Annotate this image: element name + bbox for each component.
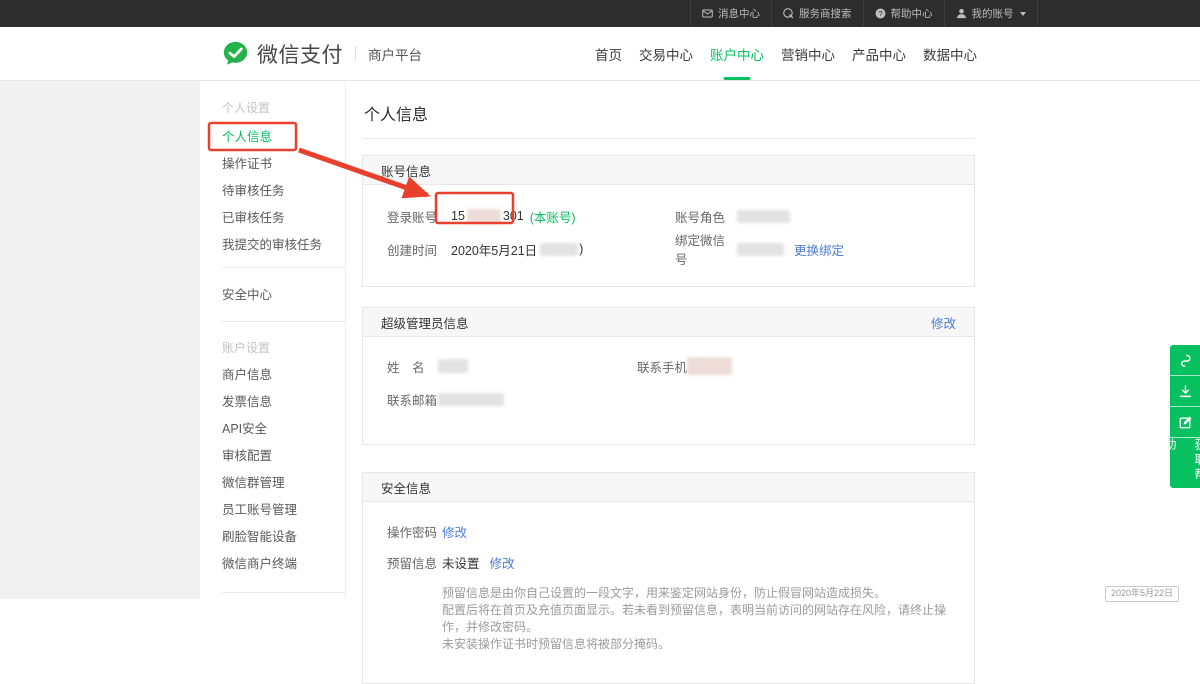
super-admin-section: 超级管理员信息 修改 姓 名 联系手机 联系邮箱 <box>362 307 975 445</box>
nav-transaction-center[interactable]: 交易中心 <box>639 27 693 80</box>
sidebar-item-merchant-info[interactable]: 商户信息 <box>222 362 345 389</box>
operation-password-label: 操作密码 <box>387 522 442 541</box>
security-info-header: 安全信息 <box>363 473 974 502</box>
sidebar-item-api-security[interactable]: API安全 <box>222 416 345 443</box>
sidebar-divider <box>222 592 345 593</box>
sidebar-group-personal-settings: 个人设置 <box>222 95 345 122</box>
nav-product-center[interactable]: 产品中心 <box>852 27 906 80</box>
topbar-item-provider-search[interactable]: 服务商搜索 <box>772 0 864 27</box>
sidebar-group-account-settings: 账户设置 <box>222 335 345 362</box>
topbar-item-label: 帮助中心 <box>891 6 933 21</box>
change-binding-link[interactable]: 更换绑定 <box>794 240 844 259</box>
section-title: 账号信息 <box>381 161 431 180</box>
section-title: 超级管理员信息 <box>381 313 469 332</box>
topbar-menu: 消息中心 服务商搜索 ? 帮助中心 我的账号 <box>690 0 1038 27</box>
caret-down-icon <box>1020 12 1026 16</box>
search-icon <box>783 8 794 19</box>
super-admin-header: 超级管理员信息 修改 <box>363 308 974 337</box>
security-info-section: 安全信息 操作密码 修改 预留信息 未设置 修改 预留信息是由你自己设置的一段文… <box>362 472 975 684</box>
section-title: 安全信息 <box>381 478 431 497</box>
reserved-info-value: 未设置 <box>442 553 480 572</box>
nav-marketing-center[interactable]: 营销中心 <box>781 27 835 80</box>
topbar-item-message-center[interactable]: 消息中心 <box>690 0 772 27</box>
date-badge: 2020年5月22日 <box>1105 586 1179 602</box>
sidebar-item-personal-info[interactable]: 个人信息 <box>222 124 345 151</box>
sidebar-item-invoice-info[interactable]: 发票信息 <box>222 389 345 416</box>
get-help-label: 获取帮助 <box>1155 438 1200 488</box>
sidebar-divider <box>222 267 345 268</box>
login-account-value: 15 301 <box>451 209 524 224</box>
portal-label: 商户平台 <box>368 44 422 64</box>
nav-data-center[interactable]: 数据中心 <box>923 27 977 80</box>
sidebar-divider <box>222 321 345 322</box>
description-line: 配置后将在首页及充值页面显示。若未看到预留信息，表明当前访问的网站存在风险，请终… <box>442 602 950 636</box>
header: 微信支付 商户平台 首页 交易中心 账户中心 营销中心 产品中心 数据中心 <box>0 27 1200 81</box>
nav-home[interactable]: 首页 <box>595 27 622 80</box>
page-title: 个人信息 <box>362 81 975 139</box>
svg-text:?: ? <box>878 9 882 18</box>
redacted-contact-email <box>438 393 504 406</box>
floating-toolbar: 获取帮助 <box>1170 345 1200 488</box>
download-button[interactable] <box>1170 376 1200 407</box>
sidebar-item-reviewed-tasks[interactable]: 已审核任务 <box>222 205 345 232</box>
brand-divider <box>355 46 356 61</box>
main-content: 个人信息 账号信息 登录账号 15 301 (本账号) 账号角色 <box>362 81 975 684</box>
main-nav: 首页 交易中心 账户中心 营销中心 产品中心 数据中心 <box>595 27 977 80</box>
current-account-note: (本账号) <box>530 207 576 226</box>
user-icon <box>956 8 967 19</box>
link-button[interactable] <box>1170 345 1200 376</box>
account-info-section: 账号信息 登录账号 15 301 (本账号) 账号角色 <box>362 155 975 287</box>
redacted-bound-wechat <box>737 243 784 256</box>
account-info-header: 账号信息 <box>363 156 974 185</box>
modify-admin-link[interactable]: 修改 <box>931 313 956 332</box>
topbar-item-label: 我的账号 <box>972 6 1014 21</box>
contact-phone-label: 联系手机 <box>637 357 687 376</box>
redacted-login-middle <box>467 209 501 224</box>
sidebar-item-wechat-merchant-terminal[interactable]: 微信商户终端 <box>222 551 345 578</box>
contact-email-label: 联系邮箱 <box>387 390 438 409</box>
created-time-value: 2020年5月21日 ) <box>451 240 583 259</box>
login-account-label: 登录账号 <box>387 207 451 226</box>
admin-name-label: 姓 名 <box>387 357 438 376</box>
nav-account-center[interactable]: 账户中心 <box>710 27 764 80</box>
reserved-info-label: 预留信息 <box>387 553 442 572</box>
topbar-item-label: 服务商搜索 <box>799 6 852 21</box>
redacted-admin-name <box>438 359 468 373</box>
logo-text: 微信支付 <box>257 39 343 69</box>
redacted-account-role <box>737 210 790 223</box>
modify-reserved-info-link[interactable]: 修改 <box>490 553 515 572</box>
redacted-contact-phone <box>687 357 732 375</box>
link-icon <box>1178 353 1193 368</box>
topbar-item-my-account[interactable]: 我的账号 <box>945 0 1038 27</box>
sidebar-item-pending-review-tasks[interactable]: 待审核任务 <box>222 178 345 205</box>
sidebar-item-wechat-group-management[interactable]: 微信群管理 <box>222 470 345 497</box>
sidebar-item-operation-certificate[interactable]: 操作证书 <box>222 151 345 178</box>
edit-button[interactable] <box>1170 407 1200 438</box>
topbar-item-label: 消息中心 <box>718 6 760 21</box>
get-help-button[interactable]: 获取帮助 <box>1170 438 1200 488</box>
reserved-info-description: 预留信息是由你自己设置的一段文字，用来鉴定网站身份，防止假冒网站造成损失。 配置… <box>442 585 950 653</box>
description-line: 未安装操作证书时预留信息将被部分掩码。 <box>442 636 950 653</box>
sidebar-item-staff-account-management[interactable]: 员工账号管理 <box>222 497 345 524</box>
wechat-pay-logo <box>222 40 249 67</box>
created-time-label: 创建时间 <box>387 240 451 259</box>
question-icon: ? <box>875 8 886 19</box>
modify-password-link[interactable]: 修改 <box>442 522 467 541</box>
brand: 微信支付 商户平台 <box>222 27 422 80</box>
sidebar-item-my-submitted-review-tasks[interactable]: 我提交的审核任务 <box>222 232 345 259</box>
download-icon <box>1178 384 1193 399</box>
sidebar-item-security-center[interactable]: 安全中心 <box>222 282 345 309</box>
bound-wechat-label: 绑定微信号 <box>675 230 737 268</box>
edit-icon <box>1178 415 1193 430</box>
sidebar: 个人设置 个人信息 操作证书 待审核任务 已审核任务 我提交的审核任务 安全中心… <box>200 81 346 599</box>
sidebar-item-review-config[interactable]: 审核配置 <box>222 443 345 470</box>
topbar: 消息中心 服务商搜索 ? 帮助中心 我的账号 <box>0 0 1200 27</box>
topbar-item-help-center[interactable]: ? 帮助中心 <box>864 0 945 27</box>
redacted-created-time <box>540 243 578 256</box>
account-role-label: 账号角色 <box>675 207 737 226</box>
left-background <box>0 81 200 599</box>
mail-icon <box>702 8 713 19</box>
description-line: 预留信息是由你自己设置的一段文字，用来鉴定网站身份，防止假冒网站造成损失。 <box>442 585 950 602</box>
sidebar-item-face-payment-devices[interactable]: 刷脸智能设备 <box>222 524 345 551</box>
